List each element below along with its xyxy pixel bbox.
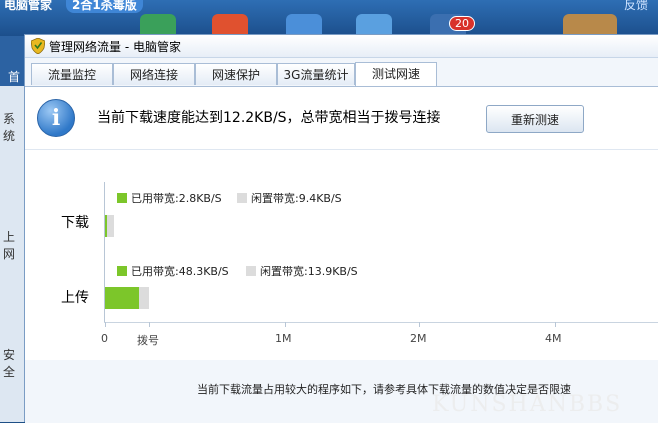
tab-connections[interactable]: 网络连接 xyxy=(113,63,195,85)
sidebar-label[interactable]: 安全 xyxy=(3,346,24,380)
legend-swatch-used xyxy=(117,266,127,276)
x-axis-tick xyxy=(555,322,556,327)
background-sidebar: 系统 上网 安全 xyxy=(0,36,25,422)
retest-button[interactable]: 重新测速 xyxy=(486,105,584,133)
sidebar-label[interactable]: 系统 xyxy=(3,110,24,144)
x-axis-tick-label: 拨号 xyxy=(137,334,159,347)
x-axis-tick-label: 2M xyxy=(410,332,427,345)
upload-bar-used xyxy=(105,287,139,309)
category-label-download: 下载 xyxy=(61,215,89,231)
download-bar-idle xyxy=(107,215,114,237)
x-axis-tick xyxy=(285,322,286,327)
tab-speed-test[interactable]: 测试网速 xyxy=(355,62,437,86)
shield-icon xyxy=(31,38,45,54)
network-traffic-window: 管理网络流量 - 电脑管家 流量监控 网络连接 网速保护 3G流量统计 测试网速… xyxy=(24,34,658,423)
category-label-upload: 上传 xyxy=(61,290,89,306)
tab-3g-statistics[interactable]: 3G流量统计 xyxy=(277,63,355,85)
background-app-header: 电脑管家 2合1杀毒版 反馈 20 xyxy=(0,0,658,38)
background-app-badge: 2合1杀毒版 xyxy=(66,0,143,13)
x-axis-tick xyxy=(149,322,150,327)
sidebar-label[interactable]: 上网 xyxy=(3,228,24,262)
bandwidth-chart: 已用带宽:2.8KB/S 闲置带宽:9.4KB/S 下载 已用带宽:48.3KB… xyxy=(25,150,658,360)
window-title: 管理网络流量 - 电脑管家 xyxy=(49,40,181,54)
upload-bar-idle xyxy=(138,287,149,309)
result-banner: i 当前下载速度能达到12.2KB/S，总带宽相当于拨号连接 重新测速 xyxy=(25,87,658,150)
window-titlebar[interactable]: 管理网络流量 - 电脑管家 xyxy=(25,35,658,58)
tab-bar: 流量监控 网络连接 网速保护 3G流量统计 测试网速 xyxy=(25,58,658,87)
watermark: KUNSHANBBS xyxy=(432,392,623,417)
sidebar-item-home-label: 首 xyxy=(8,70,21,84)
speed-result-message: 当前下载速度能达到12.2KB/S，总带宽相当于拨号连接 xyxy=(97,110,441,126)
x-axis-line xyxy=(104,322,658,323)
tab-speed-protection[interactable]: 网速保护 xyxy=(195,63,277,85)
legend-download-used: 已用带宽:2.8KB/S xyxy=(117,190,222,206)
legend-swatch-used xyxy=(117,193,127,203)
x-axis-tick xyxy=(419,322,420,327)
notification-count-badge: 20 xyxy=(449,16,475,31)
x-axis-tick-label: 0 xyxy=(101,332,108,345)
info-icon: i xyxy=(37,99,75,137)
background-app-title: 电脑管家 xyxy=(4,0,53,12)
legend-upload-used: 已用带宽:48.3KB/S xyxy=(117,263,229,279)
feedback-link[interactable]: 反馈 xyxy=(624,0,648,13)
x-axis-tick-label: 4M xyxy=(545,332,562,345)
legend-upload-idle: 闲置带宽:13.9KB/S xyxy=(246,263,358,279)
legend-swatch-idle xyxy=(237,193,247,203)
x-axis-tick-label: 1M xyxy=(275,332,292,345)
legend-download-idle: 闲置带宽:9.4KB/S xyxy=(237,190,342,206)
x-axis-tick xyxy=(105,322,106,327)
tab-traffic-monitor[interactable]: 流量监控 xyxy=(31,63,113,85)
sidebar-item-home[interactable]: 首 xyxy=(0,36,24,86)
legend-swatch-idle xyxy=(246,266,256,276)
